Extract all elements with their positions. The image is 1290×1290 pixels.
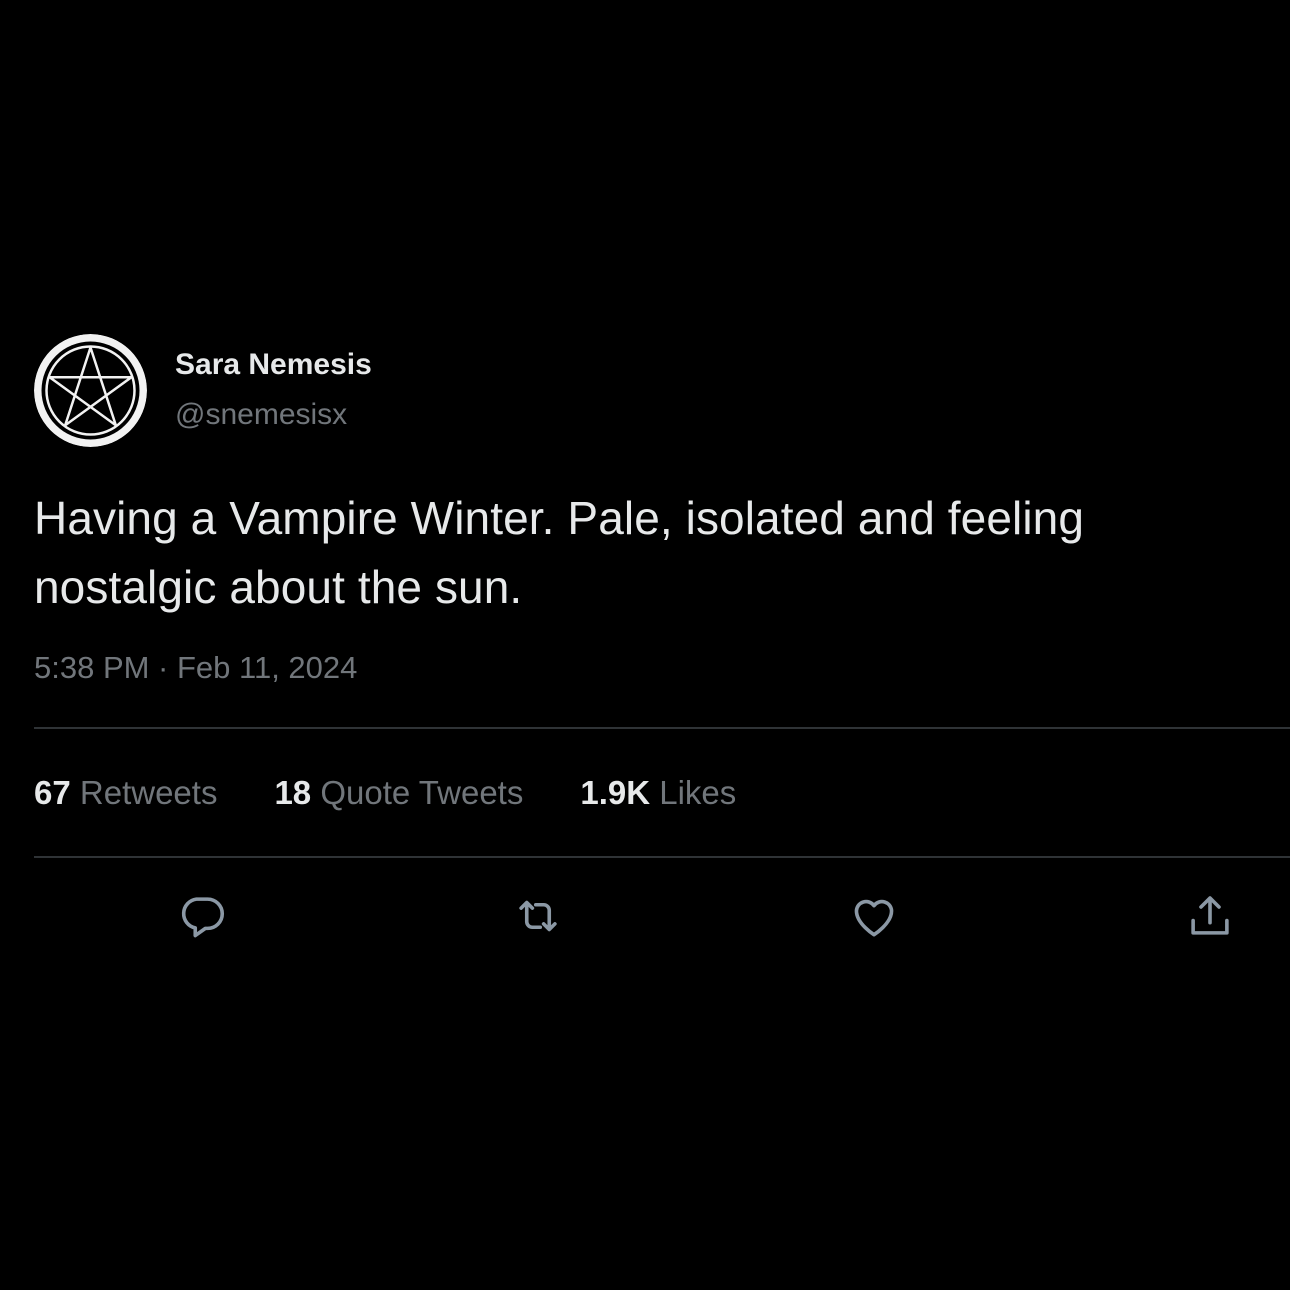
- share-button[interactable]: [1182, 888, 1238, 944]
- tweet-actions: [34, 858, 1290, 978]
- retweets-label: Retweets: [79, 773, 218, 811]
- quote-tweets-label: Quote Tweets: [320, 773, 524, 811]
- quote-tweets-count: 18: [274, 773, 312, 811]
- heart-icon: [854, 899, 894, 937]
- reply-icon: [181, 897, 224, 938]
- retweets-stat[interactable]: 67 Retweets: [34, 774, 217, 812]
- tweet-timestamp[interactable]: 5:38 PM · Feb 11, 2024: [34, 648, 1290, 688]
- user-names: Sara Nemesis @snemesisx: [175, 347, 372, 433]
- avatar[interactable]: [34, 334, 147, 447]
- tweet-card: Sara Nemesis @snemesisx Having a Vampire…: [34, 334, 1290, 978]
- tweet-header: Sara Nemesis @snemesisx: [34, 334, 1290, 447]
- likes-count: 1.9K: [580, 773, 651, 811]
- share-icon: [1191, 896, 1229, 935]
- retweet-button[interactable]: [510, 888, 566, 944]
- quote-tweets-stat[interactable]: 18 Quote Tweets: [274, 774, 523, 812]
- retweet-icon: [519, 900, 557, 932]
- like-button[interactable]: [846, 888, 902, 944]
- retweets-count: 67: [34, 773, 71, 811]
- tweet-text: Having a Vampire Winter. Pale, isolated …: [34, 492, 1085, 613]
- reply-button[interactable]: [174, 888, 230, 944]
- display-name[interactable]: Sara Nemesis: [175, 347, 372, 383]
- user-handle[interactable]: @snemesisx: [175, 397, 372, 433]
- likes-label: Likes: [659, 773, 737, 811]
- likes-stat[interactable]: 1.9K Likes: [580, 774, 736, 812]
- tweet-stats: 67 Retweets 18 Quote Tweets 1.9K Likes: [34, 729, 1290, 856]
